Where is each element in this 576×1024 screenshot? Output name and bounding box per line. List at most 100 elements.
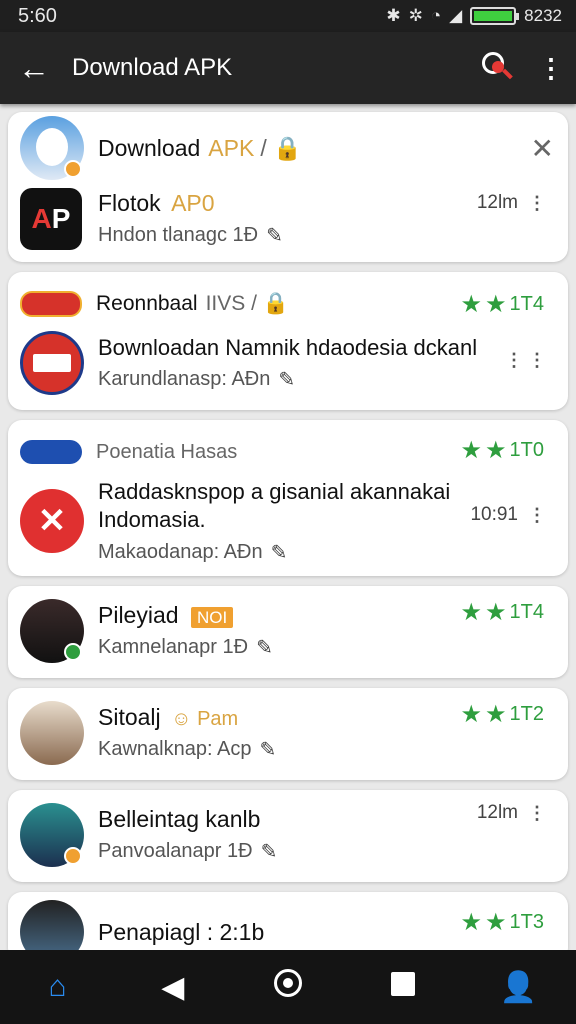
back-icon[interactable]: ◀ [143,970,203,1005]
list-card[interactable]: Belleintag kanlb Panvoalanapr 1Đ ✎ 12lm … [8,790,568,882]
edit-icon[interactable]: ✎ [266,223,283,248]
item-subtitle: Kamnelanapr 1Đ [98,636,249,658]
list-card[interactable]: Reonnbaal IIVS / 🔒 ★ ★ 1T4 Bownloadan Na… [8,272,568,410]
list-card[interactable]: Pileyiad NOI Kamnelanapr 1Đ ✎ ★ ★ 1T4 [8,586,568,678]
item-subtitle: Karundlanasp: AĐn [98,367,271,390]
home-circle-icon[interactable] [258,969,318,1005]
status-right-text: 8232 [524,6,562,25]
profile-icon[interactable]: 👤 [488,970,548,1005]
status-badge: NOI [191,607,234,628]
app-bar: ← Download APK ⋮ [0,32,576,104]
item-title: Sitoalj [98,704,161,730]
more-vert-icon[interactable]: ⋮ [528,193,546,214]
item-subtitle: Hndon tlanagc 1Đ [98,224,259,246]
item-subtitle: Kawnalknap: Acp [98,738,252,760]
card-item: Pileyiad NOI Kamnelanapr 1Đ ✎ ★ ★ 1T4 [20,598,560,664]
item-subtitle: Makaodanap: AĐn [98,540,263,563]
avatar [20,803,84,867]
app-icon: ✕ [20,489,84,553]
card-header: Reonnbaal IIVS / 🔒 ★ ★ 1T4 [20,284,560,324]
home-icon[interactable]: ⌂ [28,970,88,1004]
wifi-icon: ◔ [430,6,442,25]
card-header-title: Download [98,134,201,161]
more-vert-icon[interactable]: ⋮ [528,505,546,526]
card-item: Sitoalj ☺ Pam Kawnalknap: Acp ✎ ★ ★ 1T2 [20,700,560,766]
edit-icon[interactable]: ✎ [261,839,278,864]
brand-logo [20,291,82,317]
more-vert-icon[interactable]: ⋮ [538,53,564,84]
rating: ★ ★ 1T0 [461,436,545,465]
signal-icon: ✲ [408,6,423,25]
avatar [20,116,84,180]
rating: ★ ★ 1T4 [461,290,545,319]
card-header: Download APK / 🔒 [20,116,560,180]
item-title: Raddasknspop a gisanial akannakai Indoma… [98,478,451,532]
card-item: ✕ Raddasknspop a gisanial akannakai Indo… [20,476,560,566]
rating-value: 1T3 [509,911,544,933]
status-icons: ✱ ✲ ◔ ◢ 8232 [386,6,562,26]
star-icon: ★ [460,909,483,936]
list-card[interactable]: Poenatia Hasas ★ ★ 1T0 ✕ Raddasknspop a … [8,420,568,576]
item-title-accent: ☺ Pam [171,708,239,730]
list-card[interactable]: Download APK / 🔒 ✕ AP Flotok AP0 Hndon t… [8,112,568,262]
rating: ★ ★ 1T2 [461,700,545,729]
rating-value: 1T0 [509,439,544,461]
rating: ★ ★ 1T3 [461,908,545,937]
star-icon: ★ [485,437,507,464]
navigation-bar: ⌂ ◀ 👤 [0,950,576,1024]
close-icon[interactable]: ✕ [531,132,554,165]
item-time: 12lm [476,192,518,213]
star-icon: ★ [460,599,483,626]
brand-logo [20,440,82,464]
card-header: Poenatia Hasas ★ ★ 1T0 [20,434,560,470]
battery-icon [470,7,520,25]
status-bar: 5:60 ✱ ✲ ◔ ◢ 8232 [0,0,576,32]
item-title: Bownloadan Namnik hdaodesia dckanl [98,334,478,360]
status-time: 5:60 [18,4,57,27]
card-item: Belleintag kanlb Panvoalanapr 1Đ ✎ 12lm … [20,802,560,868]
item-title: Flotok [98,190,161,216]
app-icon [20,331,84,395]
item-time: 12lm [476,802,518,823]
content-list: Download APK / 🔒 ✕ AP Flotok AP0 Hndon t… [8,112,568,972]
star-icon: ★ [485,599,507,626]
edit-icon[interactable]: ✎ [271,540,288,565]
avatar [20,599,84,663]
card-header-title: Reonnbaal [96,292,198,315]
rating-value: 1T4 [509,601,544,623]
card-header-suffix: IIVS / 🔒 [205,292,289,315]
item-subtitle: Panvoalanapr 1Đ [98,840,253,862]
item-title: Pileyiad [98,602,179,628]
list-card[interactable]: Sitoalj ☺ Pam Kawnalknap: Acp ✎ ★ ★ 1T2 [8,688,568,780]
bluetooth-icon: ✱ [386,6,401,25]
card-header-suffix: / 🔒 [260,134,302,161]
edit-icon[interactable]: ✎ [259,737,276,762]
app-icon: AP [20,188,82,250]
star-icon: ★ [485,909,507,936]
item-title: Penapiagl : 2:1b [98,918,265,945]
recents-icon[interactable] [373,970,433,1004]
page-title: Download APK [72,54,233,81]
edit-icon[interactable]: ✎ [256,635,273,660]
arrow-left-icon[interactable]: ← [18,50,58,87]
card-item: Bownloadan Namnik hdaodesia dckanl Karun… [20,330,560,396]
card-header-accent: APK [208,134,255,161]
star-icon: ★ [460,701,483,728]
more-vert-icon[interactable]: ⋮ [528,803,546,824]
star-icon: ★ [485,701,507,728]
item-time: 10:91 [470,504,518,525]
card-header-title: Poenatia Hasas [96,440,238,463]
search-icon[interactable] [476,48,516,88]
rating-value: 1T4 [509,293,544,315]
more-vert-icon[interactable]: ⋮ ⋮ [505,350,546,371]
star-icon: ★ [460,437,483,464]
edit-icon[interactable]: ✎ [278,367,295,392]
cell-icon: ◢ [449,6,463,25]
star-icon: ★ [485,291,507,318]
rating-value: 1T2 [509,703,544,725]
card-item: AP Flotok AP0 Hndon tlanagc 1Đ ✎ 12lm ⋮ [20,186,560,252]
item-title: Belleintag kanlb [98,806,261,832]
avatar [20,701,84,765]
star-icon: ★ [460,291,483,318]
rating: ★ ★ 1T4 [461,598,545,627]
